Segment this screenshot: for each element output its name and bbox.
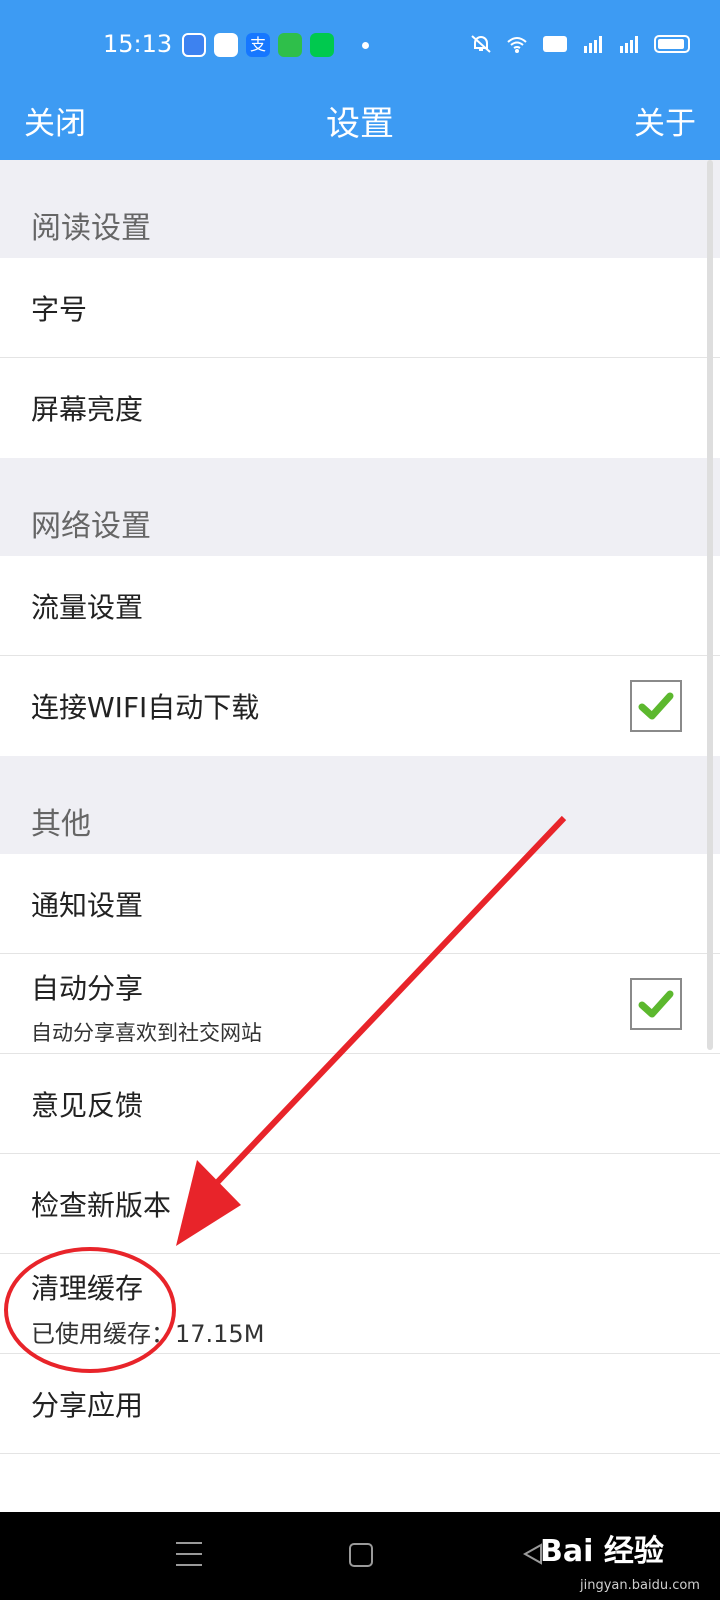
battery-icon [654, 35, 690, 53]
row-label: 清理缓存 [31, 1272, 144, 1305]
row-label: 连接WIFI自动下载 [31, 691, 260, 724]
data-usage-row[interactable]: 流量设置 [0, 556, 720, 656]
status-bar: 15:13 支 [0, 0, 720, 90]
watermark-url: jingyan.baidu.com [580, 1578, 700, 1593]
baidu-jingyan-logo: Bai 经验 [540, 1534, 664, 1569]
row-label: 流量设置 [31, 591, 144, 624]
signal-4g-icon [620, 36, 638, 53]
checkmark-icon [638, 990, 674, 1018]
signal-5g-icon [584, 36, 602, 53]
auto-share-checkbox[interactable] [630, 978, 682, 1030]
home-button[interactable] [349, 1543, 373, 1567]
notification-dot-icon [362, 42, 369, 49]
iqiyi-app-icon [310, 33, 334, 57]
recent-apps-button[interactable] [176, 1542, 202, 1575]
status-right-icons [470, 34, 690, 54]
checkmark-icon [638, 692, 674, 720]
row-label: 通知设置 [31, 889, 144, 922]
settings-list: 阅读设置 字号 屏幕亮度 网络设置 流量设置 连接WIFI自动下载 其他 通知设… [0, 160, 720, 1512]
wifi-auto-download-row[interactable]: 连接WIFI自动下载 [0, 656, 720, 756]
scrollbar[interactable] [707, 160, 713, 1050]
section-header-other: 其他 [0, 756, 720, 854]
section-header-reading: 阅读设置 [0, 160, 720, 258]
row-label: 字号 [31, 293, 88, 326]
top-navigation-bar: 关闭 设置 关于 [0, 90, 720, 160]
status-time: 15:13 [103, 30, 173, 58]
hd-icon [543, 36, 567, 52]
status-app-icons: 支 [182, 33, 334, 57]
notification-settings-row[interactable]: 通知设置 [0, 854, 720, 954]
row-label: 屏幕亮度 [31, 393, 144, 426]
wifi-icon [507, 37, 527, 53]
about-button[interactable]: 关于 [634, 98, 696, 143]
screen-brightness-row[interactable]: 屏幕亮度 [0, 358, 720, 458]
section-header-network: 网络设置 [0, 458, 720, 556]
browser-app-icon [214, 33, 238, 57]
row-label: 意见反馈 [31, 1089, 144, 1122]
message-app-icon [182, 33, 206, 57]
font-size-row[interactable]: 字号 [0, 258, 720, 358]
page-title: 设置 [326, 104, 394, 144]
auto-share-row[interactable]: 自动分享 自动分享喜欢到社交网站 [0, 954, 720, 1054]
clear-cache-row[interactable]: 清理缓存 已使用缓存：17.15M [0, 1254, 720, 1354]
row-label: 分享应用 [31, 1389, 144, 1422]
check-update-row[interactable]: 检查新版本 [0, 1154, 720, 1254]
row-label: 检查新版本 [31, 1189, 172, 1222]
share-app-row[interactable]: 分享应用 [0, 1354, 720, 1454]
video-app-icon [278, 33, 302, 57]
row-label: 自动分享 [31, 972, 144, 1005]
feedback-row[interactable]: 意见反馈 [0, 1054, 720, 1154]
wifi-auto-download-checkbox[interactable] [630, 680, 682, 732]
row-sublabel: 已使用缓存：17.15M [31, 1320, 265, 1348]
mute-bell-icon [471, 35, 491, 53]
alipay-app-icon: 支 [246, 33, 270, 57]
system-navigation-bar: Bai 经验 jingyan.baidu.com [0, 1512, 720, 1600]
row-sublabel: 自动分享喜欢到社交网站 [31, 1021, 262, 1045]
